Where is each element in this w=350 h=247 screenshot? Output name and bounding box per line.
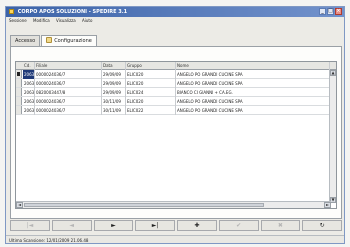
cell-data[interactable]: 30/11/09 (102, 106, 126, 115)
cell-cd[interactable]: 2063 (23, 70, 35, 79)
menu-item-modifica[interactable]: Modifica (33, 18, 50, 23)
cell-cd[interactable]: 2063 (23, 97, 35, 106)
refresh-button[interactable]: ↻ (302, 220, 342, 231)
table-row[interactable]: 2063 0000024036/7 30/11/09 ELIC020 ANGEL… (16, 97, 336, 106)
cell-filiale[interactable]: 0000024036/7 (35, 106, 102, 115)
cell-gruppo[interactable]: ELIC020 (126, 79, 176, 88)
row-indicator (16, 88, 22, 96)
cell-filiale[interactable]: 0000024036/7 (35, 70, 102, 79)
window-title: CORPO APOS SOLUZIONI - SPEDIRE 3.1 (17, 9, 128, 15)
close-icon[interactable]: × (335, 8, 342, 15)
record-navigator: |◄ ◄ ► ►| ✚ ✔ ✖ ↻ (10, 220, 342, 231)
add-record-button[interactable]: ✚ (177, 220, 217, 231)
table-row[interactable]: 2063 0000024036/7 29/09/09 ELIC020 ANGEL… (16, 79, 336, 88)
cell-gruppo[interactable]: ELIC020 (126, 70, 176, 79)
tab-panel: Cd. Filiale Data Gruppo Nome 2063 000002… (10, 46, 342, 219)
menu-item-aiuto[interactable]: Aiuto (82, 18, 92, 23)
cell-data[interactable]: 30/11/09 (102, 97, 126, 106)
table-row[interactable]: 2063 0000024036/7 29/09/09 ELIC020 ANGEL… (16, 70, 336, 79)
cell-cd[interactable]: 2063 (23, 79, 35, 88)
status-bar: Ultima Scansione: 12/01/2009 21.06.48 (6, 235, 344, 243)
title-bar[interactable]: CORPO APOS SOLUZIONI - SPEDIRE 3.1 _ □ × (6, 7, 344, 17)
next-record-button[interactable]: ► (93, 220, 134, 231)
row-indicator (16, 97, 22, 105)
cell-filiale[interactable]: 0000024036/7 (35, 79, 102, 88)
vertical-scrollbar[interactable]: ▲ ▼ (329, 70, 336, 203)
column-header-gruppo[interactable]: Gruppo (126, 62, 176, 70)
current-row-indicator (16, 70, 22, 78)
window-controls: _ □ × (318, 8, 342, 15)
cell-cd[interactable]: 2063 (23, 106, 35, 115)
horizontal-scrollbar[interactable]: ◄ ► (16, 201, 331, 208)
first-record-button[interactable]: |◄ (10, 220, 50, 231)
grid-header: Cd. Filiale Data Gruppo Nome (16, 62, 336, 70)
cell-nome[interactable]: ANGELO PO GRANDI CUCINE SPA (176, 106, 330, 115)
table-row[interactable]: 2063 0820003447/8 29/09/09 ELIC024 BIANC… (16, 88, 336, 97)
cell-gruppo[interactable]: ELIC020 (126, 97, 176, 106)
last-record-button[interactable]: ►| (135, 220, 175, 231)
column-header-filiale[interactable]: Filiale (35, 62, 102, 70)
cell-data[interactable]: 29/09/09 (102, 79, 126, 88)
column-header-nome[interactable]: Nome (176, 62, 330, 70)
maximize-icon[interactable]: □ (327, 8, 334, 15)
tab-label: Configurazione (54, 38, 92, 44)
post-record-button[interactable]: ✔ (218, 220, 259, 231)
cell-gruppo[interactable]: ELIC022 (126, 106, 176, 115)
column-header-cd[interactable]: Cd. (23, 62, 35, 70)
settings-icon (46, 37, 53, 43)
scroll-up-icon[interactable]: ▲ (330, 70, 336, 76)
menu-item-visualizza[interactable]: Visualizza (56, 18, 76, 23)
tab-label: Accesso (15, 38, 36, 44)
scroll-left-icon[interactable]: ◄ (16, 202, 23, 208)
app-window: CORPO APOS SOLUZIONI - SPEDIRE 3.1 _ □ ×… (5, 6, 345, 244)
cell-data[interactable]: 29/09/09 (102, 70, 126, 79)
row-indicator (16, 106, 22, 114)
cell-gruppo[interactable]: ELIC024 (126, 88, 176, 97)
cell-nome[interactable]: ANGELO PO GRANDI CUCINE SPA (176, 70, 330, 79)
row-indicator (16, 79, 22, 87)
cell-data[interactable]: 29/09/09 (102, 88, 126, 97)
status-text: Ultima Scansione: 12/01/2009 21.06.48 (9, 238, 89, 243)
scroll-thumb[interactable] (24, 203, 264, 207)
cell-cd[interactable]: 2063 (23, 88, 35, 97)
scroll-right-icon[interactable]: ► (324, 202, 331, 208)
minimize-icon[interactable]: _ (319, 8, 326, 15)
table-row[interactable]: 2063 0000024036/7 30/11/09 ELIC022 ANGEL… (16, 106, 336, 115)
menu-bar: Sessione Modifica Visualizza Aiuto (6, 17, 344, 25)
cell-nome[interactable]: BIANCO CI GIANNI + CA.EG. (176, 88, 330, 97)
previous-record-button[interactable]: ◄ (51, 220, 92, 231)
cell-filiale[interactable]: 0000024036/7 (35, 97, 102, 106)
cell-nome[interactable]: ANGELO PO GRANDI CUCINE SPA (176, 79, 330, 88)
menu-item-sessione[interactable]: Sessione (9, 18, 27, 23)
column-header-data[interactable]: Data (102, 62, 126, 70)
cell-filiale[interactable]: 0820003447/8 (35, 88, 102, 97)
records-grid[interactable]: Cd. Filiale Data Gruppo Nome 2063 000002… (15, 61, 337, 209)
cell-nome[interactable]: ANGELO PO GRANDI CUCINE SPA (176, 97, 330, 106)
app-icon (9, 9, 14, 14)
cancel-record-button[interactable]: ✖ (260, 220, 301, 231)
